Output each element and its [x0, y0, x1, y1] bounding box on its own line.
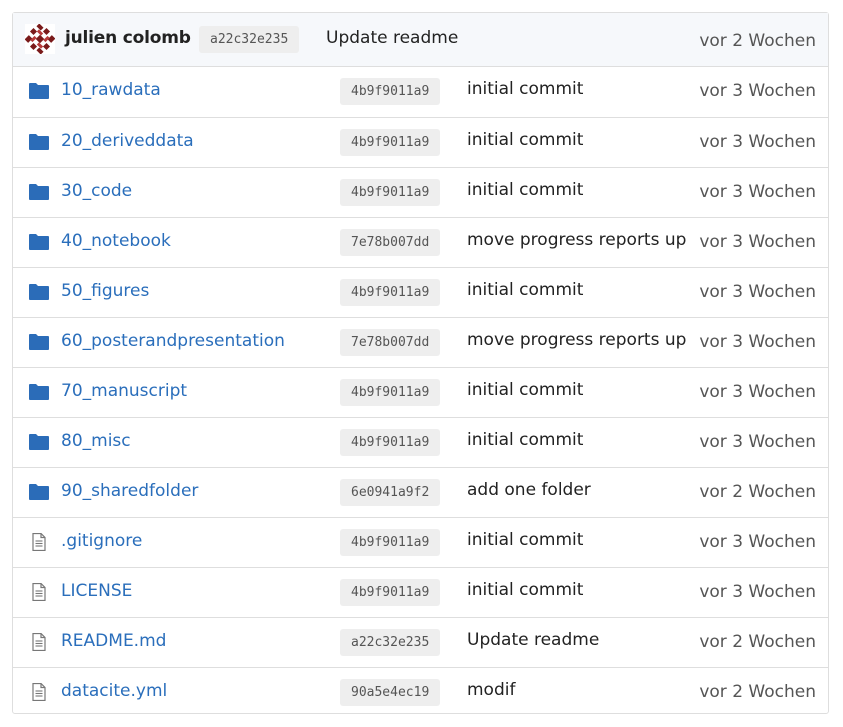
- latest-commit-header: julien colomb a22c32e235 Update readme v…: [13, 13, 828, 67]
- commit-message[interactable]: initial commit: [467, 580, 583, 600]
- file-row[interactable]: datacite.yml 90a5e4ec19 modif vor 2 Wochen: [13, 667, 828, 717]
- folder-row[interactable]: 20_deriveddata 4b9f9011a9 initial commit vo…: [13, 117, 828, 167]
- commit-sha[interactable]: 4b9f9011a9: [340, 379, 441, 406]
- commit-author[interactable]: julien colomb: [65, 28, 191, 48]
- folder-row[interactable]: 70_manuscript 4b9f9011a9 initial commit vor…: [13, 367, 828, 417]
- file-text-icon: [32, 582, 46, 602]
- commit-sha[interactable]: 90a5e4ec19: [340, 679, 441, 706]
- commit-sha[interactable]: 4b9f9011a9: [340, 129, 441, 156]
- entry-name-link[interactable]: 30_code: [61, 181, 132, 201]
- commit-age: vor 3 Wochen: [699, 282, 816, 302]
- avatar-icon[interactable]: [25, 24, 55, 54]
- file-text-icon: [32, 632, 46, 652]
- entry-icon: [29, 682, 49, 702]
- commit-age: vor 3 Wochen: [699, 582, 816, 602]
- file-row[interactable]: README.md a22c32e235 Update readme vor 2 Wo…: [13, 617, 828, 667]
- folder-icon: [29, 434, 49, 450]
- entry-icon: [29, 333, 49, 351]
- entry-name-link[interactable]: 60_posterandpresentation: [61, 331, 285, 351]
- commit-message[interactable]: initial commit: [467, 530, 583, 550]
- folder-icon: [29, 134, 49, 150]
- commit-sha[interactable]: 4b9f9011a9: [340, 429, 441, 456]
- entry-icon: [29, 383, 49, 401]
- folder-row[interactable]: 80_misc 4b9f9011a9 initial commit vor 3 Woc…: [13, 417, 828, 467]
- entry-name-link[interactable]: 70_manuscript: [61, 381, 187, 401]
- latest-commit-sha[interactable]: a22c32e235: [199, 26, 300, 53]
- commit-message[interactable]: move progress reports up: [467, 330, 686, 350]
- entry-icon: [29, 582, 49, 602]
- commit-message[interactable]: initial commit: [467, 79, 583, 99]
- commit-age: vor 3 Wochen: [699, 432, 816, 452]
- folder-icon: [29, 334, 49, 350]
- commit-sha[interactable]: a22c32e235: [340, 629, 441, 656]
- file-list: 10_rawdata 4b9f9011a9 initial commit vor 3 …: [13, 67, 828, 717]
- entry-name-link[interactable]: 10_rawdata: [61, 80, 161, 100]
- commit-age: vor 3 Wochen: [699, 132, 816, 152]
- commit-sha[interactable]: 4b9f9011a9: [340, 529, 441, 556]
- commit-sha[interactable]: 4b9f9011a9: [340, 579, 441, 606]
- entry-icon: [29, 483, 49, 501]
- entry-name-link[interactable]: README.md: [61, 631, 166, 651]
- folder-row[interactable]: 30_code 4b9f9011a9 initial commit vor 3 Woc…: [13, 167, 828, 217]
- entry-name-link[interactable]: 40_notebook: [61, 231, 171, 251]
- entry-icon: [29, 133, 49, 151]
- folder-icon: [29, 384, 49, 400]
- entry-icon: [29, 82, 49, 100]
- commit-age: vor 3 Wochen: [699, 182, 816, 202]
- commit-age: vor 2 Wochen: [699, 482, 816, 502]
- entry-name-link[interactable]: 50_figures: [61, 281, 149, 301]
- latest-commit-age: vor 2 Wochen: [699, 31, 816, 51]
- folder-row[interactable]: 10_rawdata 4b9f9011a9 initial commit vor 3 …: [13, 67, 828, 117]
- folder-icon: [29, 484, 49, 500]
- commit-sha[interactable]: 4b9f9011a9: [340, 279, 441, 306]
- file-text-icon: [32, 682, 46, 702]
- commit-sha[interactable]: 7e78b007dd: [340, 329, 441, 356]
- folder-icon: [29, 234, 49, 250]
- commit-sha[interactable]: 4b9f9011a9: [340, 78, 441, 105]
- commit-message[interactable]: Update readme: [467, 630, 599, 650]
- entry-name-link[interactable]: datacite.yml: [61, 681, 167, 701]
- commit-age: vor 2 Wochen: [699, 632, 816, 652]
- folder-row[interactable]: 90_sharedfolder 6e0941a9f2 add one folder v…: [13, 467, 828, 517]
- entry-name-link[interactable]: .gitignore: [61, 531, 142, 551]
- commit-message[interactable]: initial commit: [467, 380, 583, 400]
- commit-message[interactable]: initial commit: [467, 430, 583, 450]
- file-list-panel: julien colomb a22c32e235 Update readme v…: [12, 12, 829, 714]
- commit-sha[interactable]: 7e78b007dd: [340, 229, 441, 256]
- folder-icon: [29, 284, 49, 300]
- folder-icon: [29, 83, 49, 99]
- folder-icon: [29, 184, 49, 200]
- entry-name-link[interactable]: 20_deriveddata: [61, 131, 194, 151]
- commit-age: vor 3 Wochen: [699, 232, 816, 252]
- entry-icon: [29, 283, 49, 301]
- latest-commit-message[interactable]: Update readme: [326, 28, 458, 48]
- entry-icon: [29, 532, 49, 552]
- commit-message[interactable]: initial commit: [467, 180, 583, 200]
- file-row[interactable]: .gitignore 4b9f9011a9 initial commit vor 3 …: [13, 517, 828, 567]
- commit-age: vor 3 Wochen: [699, 81, 816, 101]
- file-text-icon: [32, 532, 46, 552]
- commit-sha[interactable]: 4b9f9011a9: [340, 179, 441, 206]
- file-row[interactable]: LICENSE 4b9f9011a9 initial commit vor 3 Woc…: [13, 567, 828, 617]
- commit-age: vor 2 Wochen: [699, 682, 816, 702]
- commit-message[interactable]: modif: [467, 680, 515, 700]
- entry-name-link[interactable]: 80_misc: [61, 431, 131, 451]
- entry-icon: [29, 433, 49, 451]
- commit-message[interactable]: move progress reports up: [467, 230, 686, 250]
- entry-name-link[interactable]: LICENSE: [61, 581, 132, 601]
- commit-age: vor 3 Wochen: [699, 332, 816, 352]
- entry-icon: [29, 233, 49, 251]
- entry-icon: [29, 632, 49, 652]
- entry-icon: [29, 183, 49, 201]
- folder-row[interactable]: 60_posterandpresentation 7e78b007dd move p…: [13, 317, 828, 367]
- commit-age: vor 3 Wochen: [699, 532, 816, 552]
- folder-row[interactable]: 40_notebook 7e78b007dd move progress repor…: [13, 217, 828, 267]
- commit-sha[interactable]: 6e0941a9f2: [340, 479, 441, 506]
- commit-message[interactable]: initial commit: [467, 130, 583, 150]
- commit-message[interactable]: initial commit: [467, 280, 583, 300]
- folder-row[interactable]: 50_figures 4b9f9011a9 initial commit vor 3 …: [13, 267, 828, 317]
- entry-name-link[interactable]: 90_sharedfolder: [61, 481, 198, 501]
- commit-age: vor 3 Wochen: [699, 382, 816, 402]
- commit-message[interactable]: add one folder: [467, 480, 591, 500]
